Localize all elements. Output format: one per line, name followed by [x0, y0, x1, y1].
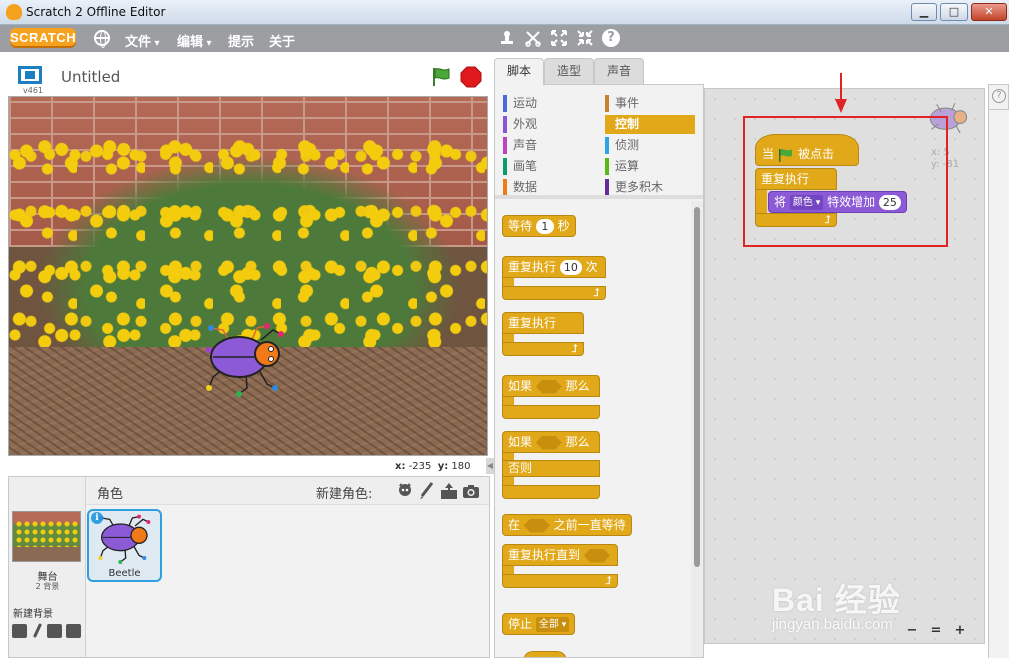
upload-backdrop-icon[interactable]	[46, 623, 62, 638]
language-globe-icon[interactable]	[94, 30, 110, 48]
zoom-reset-icon[interactable]: =	[927, 622, 945, 640]
upload-sprite-icon[interactable]	[440, 482, 458, 500]
project-title[interactable]: Untitled	[61, 68, 120, 86]
camera-backdrop-icon[interactable]	[66, 623, 82, 638]
block-palette: 运动 外观 声音 画笔 数据 事件 控制 侦测 运算 更多积木 等待 1 秒 重…	[494, 84, 704, 658]
scratch-logo[interactable]: SCRATCH	[10, 28, 76, 48]
version-label: v461	[23, 86, 44, 95]
sprite-library-icon[interactable]	[396, 482, 414, 500]
block-if-then[interactable]: 如果 那么	[502, 375, 600, 397]
stage-collapse-arrow[interactable]: ◀	[486, 458, 494, 474]
block-if-else-arm-2	[502, 477, 514, 485]
beetle-thumbnail-icon	[98, 514, 151, 564]
close-button[interactable]: ✕	[971, 3, 1007, 21]
window-title: Scratch 2 Offline Editor	[26, 5, 166, 19]
shrink-icon[interactable]	[576, 29, 594, 47]
beetle-sprite[interactable]	[201, 322, 291, 397]
menu-file[interactable]: 文件	[125, 31, 160, 50]
annotation-arrow-icon	[835, 73, 847, 113]
menubar: SCRATCH 文件 编辑 提示 关于 ?	[0, 25, 1009, 52]
backdrop-count: 2 背景	[35, 582, 60, 591]
sprite-name-label: Beetle	[108, 568, 141, 579]
block-repeat-until[interactable]: 重复执行直到	[502, 544, 618, 566]
new-backdrop-label: 新建背景	[13, 609, 53, 620]
grow-icon[interactable]	[550, 29, 568, 47]
stop-sign-icon[interactable]	[460, 66, 482, 88]
tab-scripts[interactable]: 脚本	[494, 58, 544, 85]
help-question-icon: ?	[992, 89, 1006, 103]
stop-option-dropdown[interactable]: 全部	[535, 617, 570, 632]
sprite-pane: 舞台 2 背景 新建背景 角色 新建角色: i Beetle	[8, 476, 490, 658]
green-flag-icon[interactable]	[430, 66, 452, 88]
maximize-button[interactable]: □	[940, 3, 968, 21]
help-tab[interactable]: ?	[988, 84, 1009, 110]
editor-tabs: 脚本 造型 声音	[494, 58, 694, 85]
mouse-coordinates: x: -235 y: 180	[395, 461, 471, 472]
tab-costumes[interactable]: 造型	[544, 58, 594, 84]
category-sensing[interactable]: 侦测	[605, 136, 695, 155]
block-forever-foot: ⮥	[502, 342, 584, 356]
block-stop[interactable]: 停止 全部	[502, 613, 576, 635]
sprites-label: 角色	[97, 487, 124, 502]
camera-sprite-icon[interactable]	[462, 482, 480, 500]
baidu-watermark-logo: Bai 经验	[772, 582, 901, 618]
menu-about[interactable]: 关于	[269, 31, 295, 50]
new-backdrop-tools	[12, 623, 84, 641]
duplicate-stamp-icon[interactable]	[498, 29, 516, 47]
block-wait-until[interactable]: 在 之前一直等待	[502, 514, 632, 536]
category-control[interactable]: 控制	[605, 115, 695, 134]
window-titlebar: Scratch 2 Offline Editor ▁ □ ✕	[0, 0, 1009, 25]
block-if-else-foot	[502, 485, 600, 499]
sprite-thumbnail-beetle[interactable]: i Beetle	[87, 509, 162, 582]
sprite-list-header: 角色 新建角色:	[87, 477, 489, 505]
menu-edit[interactable]: 编辑	[177, 31, 212, 50]
help-icon[interactable]: ?	[602, 29, 620, 47]
scratch-cat-icon	[6, 4, 22, 20]
backdrop-library-icon[interactable]	[12, 623, 27, 638]
minimize-button[interactable]: ▁	[911, 3, 937, 21]
help-sidebar	[988, 110, 1009, 658]
block-repeat-until-foot: ⮥	[502, 574, 618, 588]
block-forever[interactable]: 重复执行	[502, 312, 584, 334]
block-else-label: 否则	[502, 460, 600, 477]
category-operators[interactable]: 运算	[605, 157, 695, 176]
menu-tips[interactable]: 提示	[228, 31, 254, 50]
palette-divider	[495, 195, 703, 199]
block-if-foot	[502, 405, 600, 419]
baidu-watermark-url: jingyan.baidu.com	[772, 616, 893, 633]
palette-scrollbar[interactable]	[694, 207, 700, 567]
stage-canvas[interactable]	[8, 96, 488, 456]
stage-thumbnail[interactable]	[12, 511, 81, 562]
block-repeat-foot: ⮥	[502, 286, 606, 300]
block-clone-hat-partial[interactable]	[523, 651, 567, 657]
category-motion[interactable]: 运动	[503, 94, 593, 113]
delete-scissors-icon[interactable]	[524, 29, 542, 47]
category-events[interactable]: 事件	[605, 94, 695, 113]
stage-header: v461 Untitled	[8, 58, 488, 96]
stage-thumbnail-column: 舞台 2 背景 新建背景	[9, 477, 86, 657]
block-wait[interactable]: 等待 1 秒	[502, 215, 576, 237]
block-if-else[interactable]: 如果 那么	[502, 431, 600, 453]
annotation-highlight-box	[743, 116, 948, 247]
category-looks[interactable]: 外观	[503, 115, 593, 134]
paint-sprite-icon[interactable]	[418, 482, 436, 500]
zoom-in-icon[interactable]: +	[951, 622, 969, 640]
zoom-out-icon[interactable]: −	[903, 622, 921, 640]
fullscreen-icon[interactable]	[18, 66, 42, 84]
tab-sounds[interactable]: 声音	[594, 58, 644, 84]
new-sprite-label: 新建角色:	[316, 487, 373, 502]
block-repeat[interactable]: 重复执行 10 次	[502, 256, 606, 278]
paint-backdrop-icon[interactable]	[32, 623, 42, 638]
category-sound[interactable]: 声音	[503, 136, 593, 155]
category-pen[interactable]: 画笔	[503, 157, 593, 176]
